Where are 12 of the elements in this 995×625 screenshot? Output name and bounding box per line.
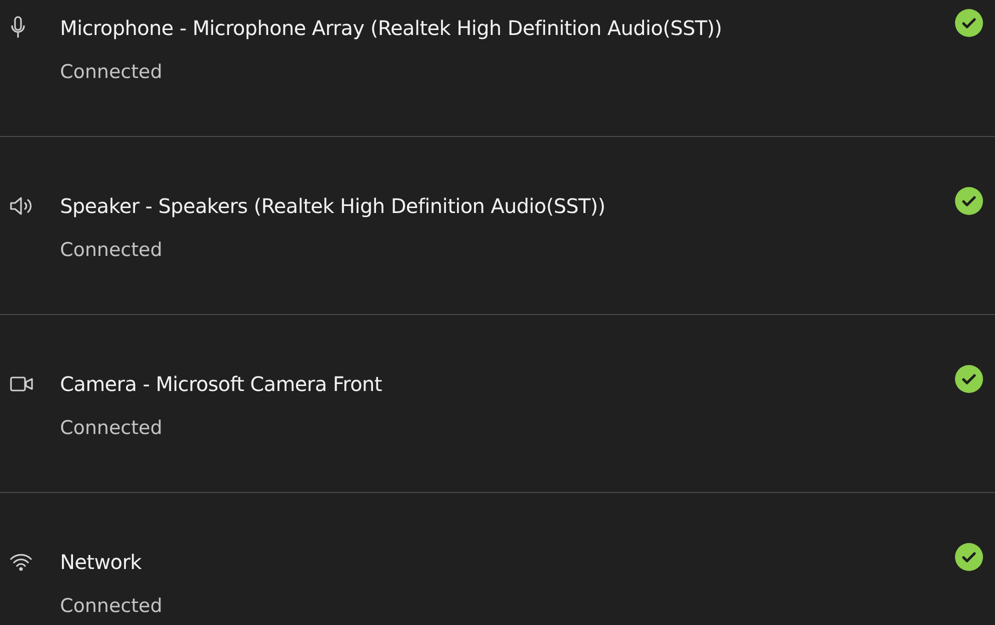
device-name: Microphone - Microphone Array (Realtek High Definition Audio(SST)) <box>60 16 722 40</box>
wifi-icon <box>10 553 32 571</box>
connection-status: Connected <box>59 60 164 85</box>
device-name: Camera - Microsoft Camera Front <box>60 372 382 396</box>
device-name: Speaker - Speakers (Realtek High Definition Audio(SST)) <box>60 194 606 218</box>
speaker-icon <box>10 197 34 215</box>
camera-icon <box>10 376 34 392</box>
device-name: Network <box>60 550 142 574</box>
connection-status: Connected <box>59 594 164 619</box>
microphone-icon <box>10 16 26 40</box>
connection-status: Connected <box>59 238 164 263</box>
connection-status: Connected <box>59 416 164 441</box>
